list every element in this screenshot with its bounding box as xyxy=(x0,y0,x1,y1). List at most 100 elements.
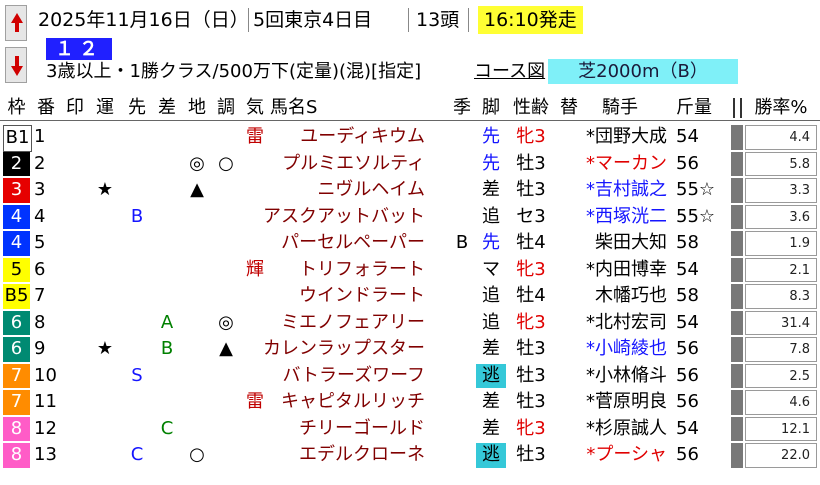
mark-cho xyxy=(213,230,239,257)
mark-saki xyxy=(124,389,150,416)
running-style: 先 xyxy=(482,232,500,253)
horse-name: エデルクローネ xyxy=(299,444,425,465)
running-style: 追 xyxy=(482,285,500,306)
col-saki: 先 xyxy=(128,97,146,118)
frame-number: 7 xyxy=(3,390,30,415)
col-num: 番 xyxy=(37,97,55,118)
win-rate: 22.0 xyxy=(745,443,817,468)
col-season: 季 xyxy=(453,97,471,118)
frame-number: 4 xyxy=(3,231,30,256)
horse-number: 3 xyxy=(34,179,46,200)
col-cho: 調 xyxy=(217,97,235,118)
frame-number: 2 xyxy=(3,151,30,176)
jockey-name: 木幡巧也 xyxy=(595,285,667,306)
mark-cho xyxy=(213,177,239,204)
table-row[interactable]: 4 4 B アスクアットバット 追セ3 *西塚洸二 55☆ 3.6 xyxy=(0,204,820,231)
frame-number: 8 xyxy=(3,416,30,441)
mark-saki: C xyxy=(130,444,144,465)
col-kawari: 替 xyxy=(560,97,578,118)
jockey-name: *小林脩斗 xyxy=(586,364,667,386)
mark-saki xyxy=(124,283,150,310)
running-style: 差 xyxy=(482,391,500,412)
col-rate: 勝率% xyxy=(754,97,808,118)
mark-sa xyxy=(154,124,180,151)
weight: 58 xyxy=(676,285,699,306)
col-un: 運 xyxy=(96,97,114,118)
mark-saki xyxy=(124,124,150,151)
horse-number: 13 xyxy=(34,444,57,465)
prev-race-button[interactable] xyxy=(5,5,27,41)
horse-name: ウインドラート xyxy=(299,285,425,306)
mark-un xyxy=(92,124,118,151)
table-row[interactable]: B1 1 雷ユーディキウム先牝3 *団野大成 54 4.4 xyxy=(0,124,820,152)
horse-number: 9 xyxy=(34,338,46,359)
horse-name: ユーディキウム xyxy=(300,126,425,147)
win-rate: 1.9 xyxy=(745,231,817,256)
table-row[interactable]: 6 9 ★ B ▲ カレンラップスター 差牡3 *小崎綾也 56 7.8 xyxy=(0,336,820,363)
jockey-name: *団野大成 xyxy=(586,126,667,147)
table-row[interactable]: 3 3 ★ ▲ ニヴルヘイム 差牡3 *吉村誠之 55☆ 3.3 xyxy=(0,177,820,204)
weight: 56 xyxy=(676,338,699,359)
mark-chi: ◎ xyxy=(189,152,205,174)
mark-un xyxy=(92,363,118,390)
mark-saki xyxy=(124,257,150,284)
mark-cho xyxy=(213,416,239,443)
mark-chi xyxy=(184,257,210,284)
mark-chi xyxy=(184,310,210,337)
table-row[interactable]: 7 10 S バトラーズワーフ 逃牡3 *小林脩斗 56 2.5 xyxy=(0,363,820,390)
mark-un xyxy=(92,442,118,469)
sex-age: 牡3 xyxy=(516,444,546,465)
next-race-button[interactable] xyxy=(5,47,27,83)
season-mark: B xyxy=(455,232,469,253)
course-map-link[interactable]: コース図 xyxy=(474,61,545,83)
frame-number: 4 xyxy=(3,204,30,229)
weight: 54 xyxy=(676,258,699,280)
mark-sa xyxy=(154,257,180,284)
table-row[interactable]: 8 13 C ○ エデルクローネ 逃牡3 *プーシャ 56 22.0 xyxy=(0,442,820,469)
jockey-name: *吉村誠之 xyxy=(586,179,667,200)
mark-saki: S xyxy=(131,364,143,386)
col-waku: 枠 xyxy=(7,97,26,118)
frame-number: 8 xyxy=(3,443,30,468)
horse-number: 7 xyxy=(34,285,46,306)
running-style: 先 xyxy=(482,126,500,147)
mark-un: ★ xyxy=(96,338,114,359)
table-row[interactable]: 2 2 ◎ ○ プルミエソルティ 先牡3 *マーカン 56 5.8 xyxy=(0,151,820,178)
table-row[interactable]: 6 8 A ◎ ミエノフェアリー 追牝3 *北村宏司 54 31.4 xyxy=(0,310,820,337)
sex-age: 牝3 xyxy=(516,311,546,333)
frame-number: 6 xyxy=(3,310,30,335)
sex-age: 牝3 xyxy=(516,126,546,147)
mark-sa: C xyxy=(160,417,174,439)
jockey-name: 柴田大知 xyxy=(595,232,667,253)
frame-number: 7 xyxy=(3,363,30,388)
season-mark xyxy=(452,204,472,231)
horse-number: 2 xyxy=(34,152,46,174)
mark-cho xyxy=(213,283,239,310)
season-mark xyxy=(452,257,472,284)
table-row[interactable]: 4 5 パーセルペーパー B 先牡4 柴田大知 58 1.9 xyxy=(0,230,820,257)
sex-age: 牡4 xyxy=(516,232,546,253)
mark-chi xyxy=(184,336,210,363)
jockey-name: *内田博幸 xyxy=(586,258,667,280)
win-rate: 3.3 xyxy=(745,178,817,203)
mark-saki: B xyxy=(130,205,144,227)
table-row[interactable]: 8 12 C チリーゴールド 差牝3 *杉原誠人 54 12.1 xyxy=(0,416,820,443)
mark-un: ★ xyxy=(96,179,114,200)
mark-un xyxy=(92,151,118,178)
table-row[interactable]: 5 6 輝トリフォラートマ牝3 *内田博幸 54 2.1 xyxy=(0,257,820,284)
mark-un xyxy=(92,204,118,231)
sex-age: 牡3 xyxy=(516,391,546,412)
table-row[interactable]: B5 7 ウインドラート 追牡4 木幡巧也 58 8.3 xyxy=(0,283,820,310)
sex-age: 牝3 xyxy=(516,258,546,280)
mark-cho xyxy=(213,257,239,284)
running-style: 追 xyxy=(482,205,500,227)
season-mark xyxy=(452,310,472,337)
table-row[interactable]: 7 11 雷キャピタルリッチ差牡3 *菅原明良 56 4.6 xyxy=(0,389,820,416)
win-rate: 8.3 xyxy=(745,284,817,309)
horse-name: トリフォラート xyxy=(299,258,425,280)
win-rate: 5.8 xyxy=(745,151,817,176)
horse-number: 12 xyxy=(34,417,57,439)
mark-chi: ○ xyxy=(189,444,205,465)
mark-chi: ▲ xyxy=(190,179,204,200)
running-style: 差 xyxy=(482,179,500,200)
